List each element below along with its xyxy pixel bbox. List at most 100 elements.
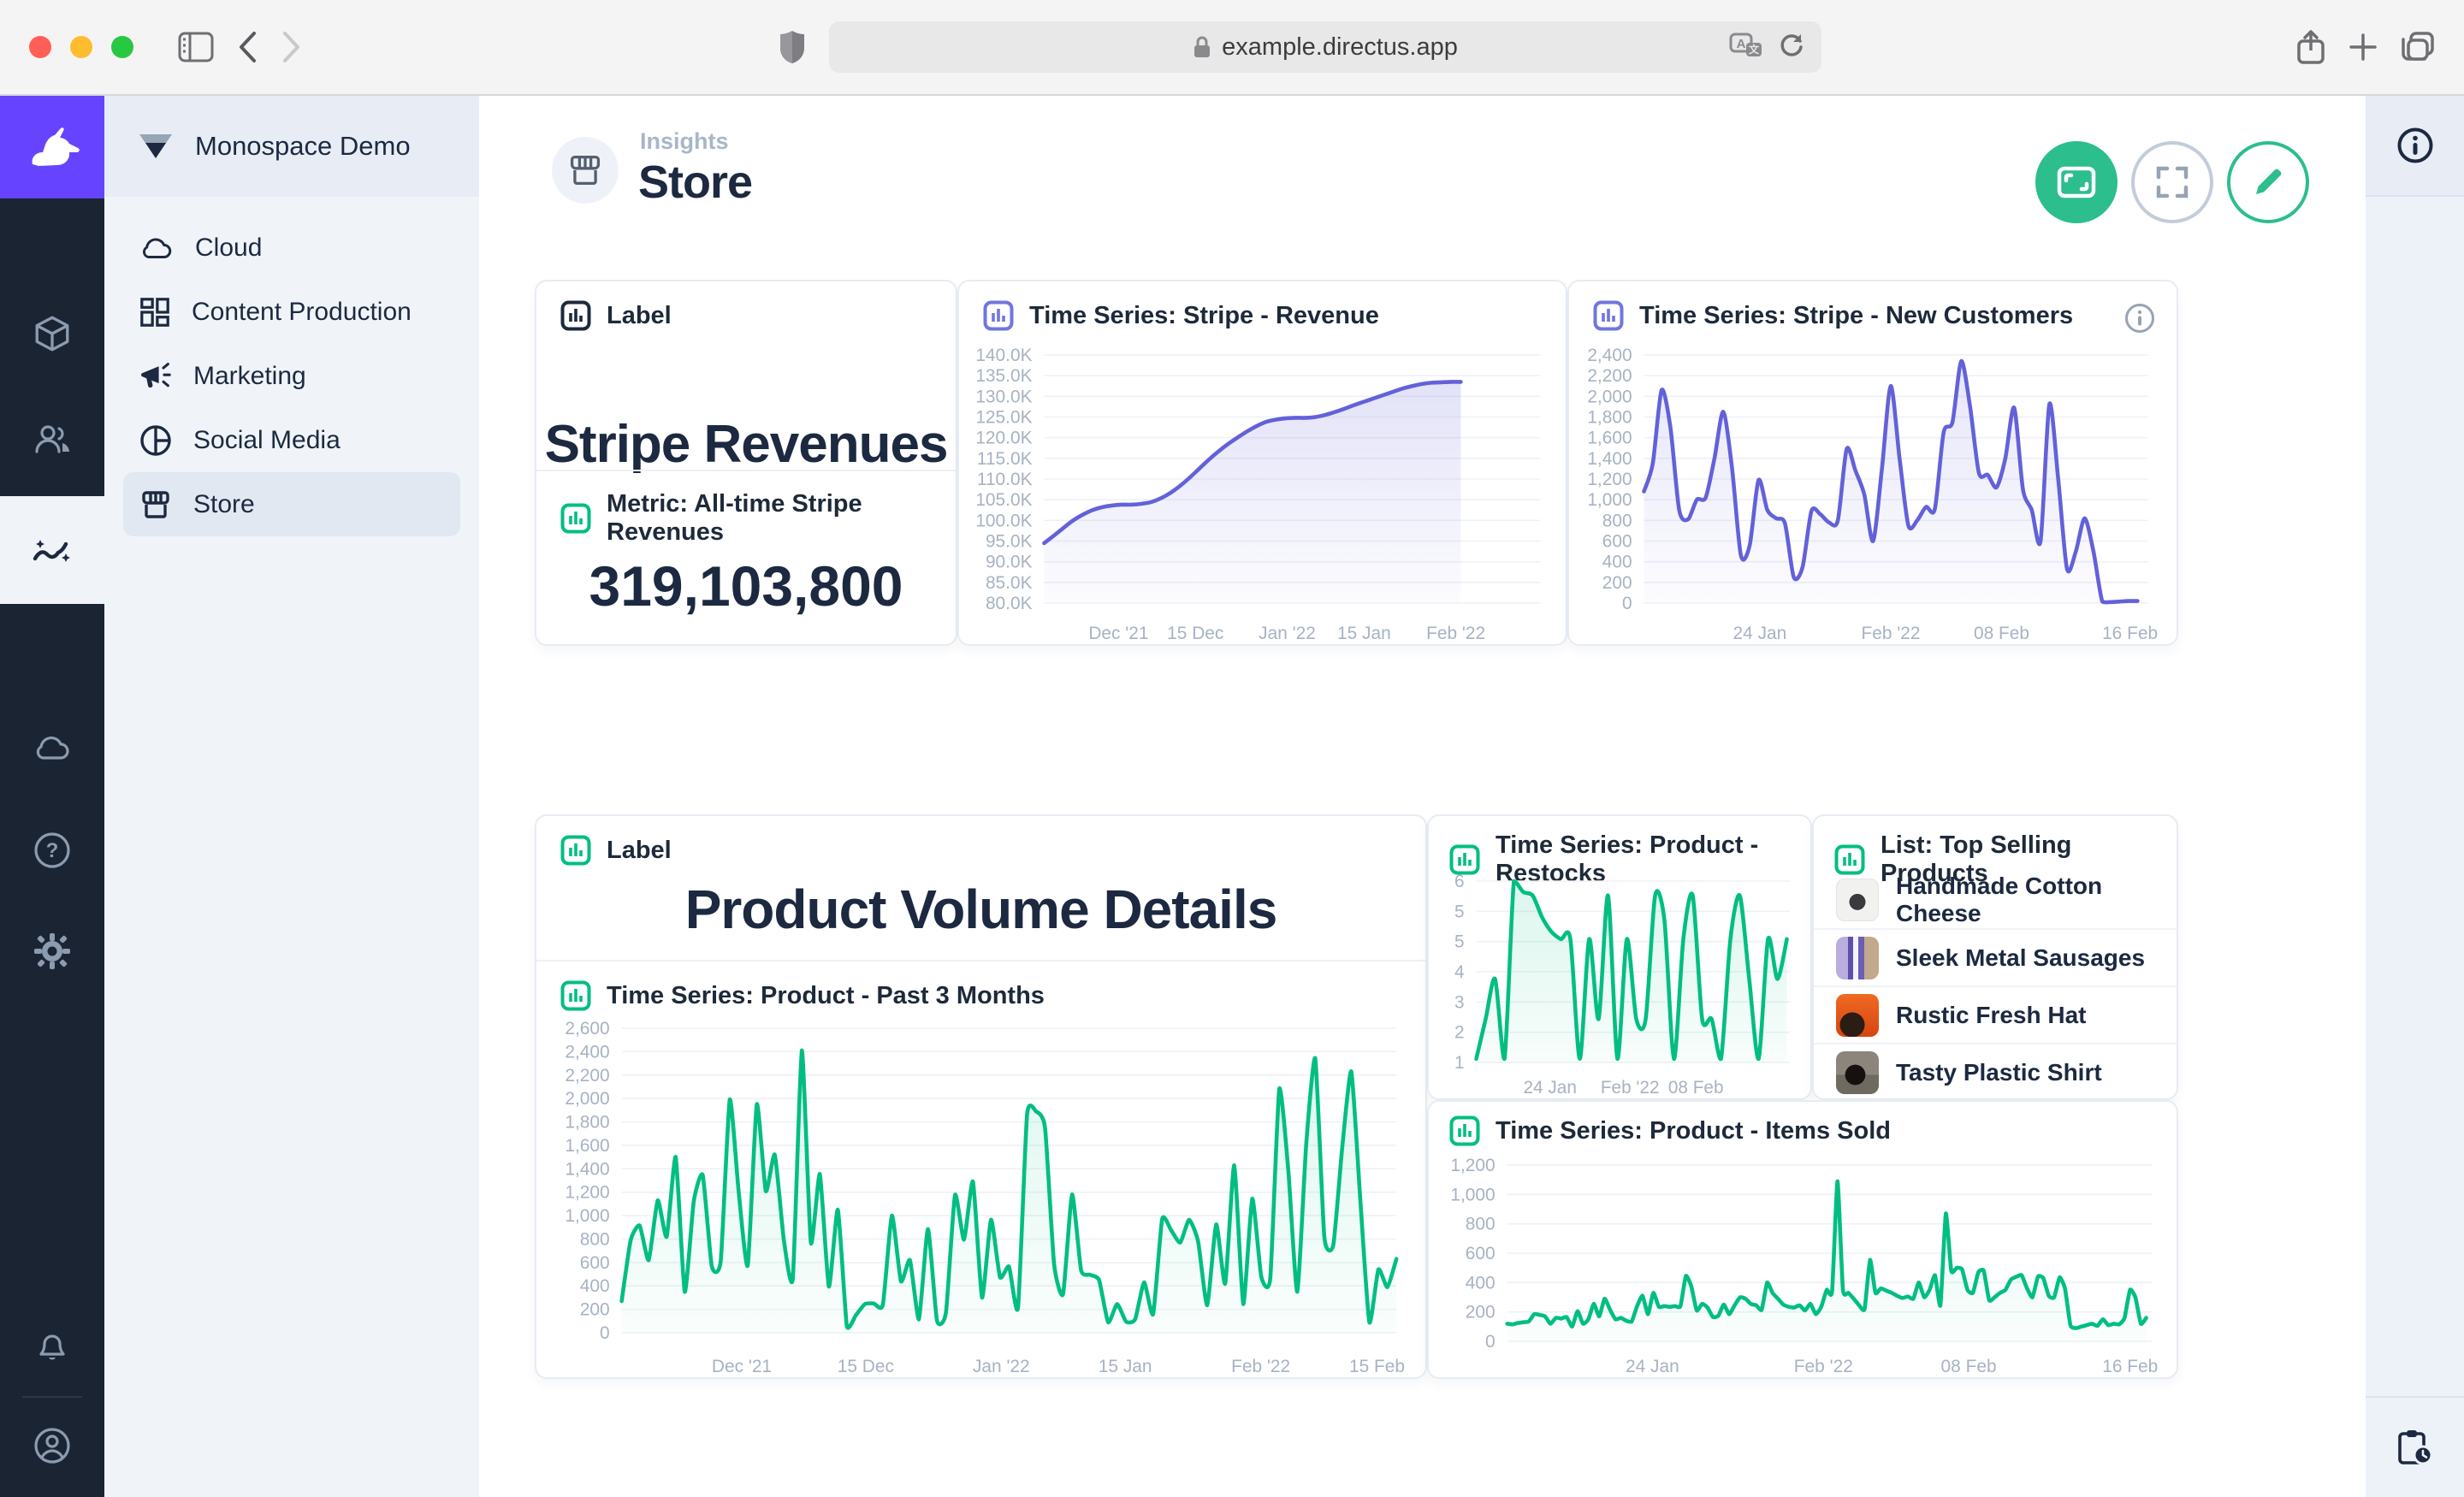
panel-title: Label bbox=[607, 302, 672, 330]
svg-text:2,400: 2,400 bbox=[1587, 346, 1632, 365]
user-avatar[interactable] bbox=[0, 1394, 104, 1497]
main-content: Insights Store Label bbox=[479, 96, 2366, 1497]
close-window-button[interactable] bbox=[29, 36, 51, 58]
svg-text:1,200: 1,200 bbox=[1450, 1156, 1495, 1175]
module-insights-icon[interactable] bbox=[0, 496, 104, 604]
nav-item-label: Marketing bbox=[193, 362, 306, 391]
url-text: example.directus.app bbox=[1222, 33, 1458, 62]
svg-text:800: 800 bbox=[1602, 511, 1632, 530]
svg-text:24 Jan: 24 Jan bbox=[1523, 1078, 1576, 1098]
svg-text:5: 5 bbox=[1454, 902, 1465, 921]
list-item[interactable]: Sleek Metal Sausages bbox=[1814, 928, 2177, 985]
forward-button[interactable] bbox=[281, 30, 303, 64]
activity-log-button[interactable] bbox=[2366, 1396, 2464, 1497]
lock-icon bbox=[1193, 35, 1211, 59]
svg-text:?: ? bbox=[46, 839, 59, 862]
nav-item-content-production[interactable]: Content Production bbox=[123, 280, 460, 344]
svg-text:15 Dec: 15 Dec bbox=[1167, 624, 1223, 643]
module-help-icon[interactable]: ? bbox=[0, 799, 104, 902]
label-text: Product Volume Details bbox=[536, 878, 1425, 941]
panel-new-customers: Time Series: Stripe - New Customers 2,40… bbox=[1567, 280, 2178, 646]
panel-type-icon bbox=[1593, 300, 1624, 331]
panel-label-stripe: Label Stripe Revenues Metric: All-time S… bbox=[535, 280, 957, 646]
module-settings-icon[interactable] bbox=[0, 900, 104, 1003]
module-cloud-icon[interactable] bbox=[0, 696, 104, 799]
panel-title: Time Series: Stripe - Revenue bbox=[1029, 302, 1379, 330]
auto-refresh-button[interactable] bbox=[2035, 141, 2118, 223]
svg-text:Jan '22: Jan '22 bbox=[973, 1357, 1030, 1376]
edit-dashboard-button[interactable] bbox=[2227, 141, 2309, 223]
svg-text:文: 文 bbox=[1749, 43, 1760, 56]
zoom-window-button[interactable] bbox=[111, 36, 133, 58]
svg-text:15 Dec: 15 Dec bbox=[838, 1357, 894, 1376]
browser-chrome: example.directus.app A文 bbox=[0, 0, 2464, 96]
label-text: Stripe Revenues bbox=[536, 414, 956, 475]
reload-icon[interactable] bbox=[1777, 33, 1806, 62]
header-actions bbox=[2035, 141, 2309, 223]
storefront-icon bbox=[566, 151, 604, 189]
nav-item-cloud[interactable]: Cloud bbox=[123, 216, 460, 280]
module-users-icon[interactable] bbox=[0, 388, 104, 491]
svg-text:100.0K: 100.0K bbox=[975, 511, 1032, 530]
product-thumbnail bbox=[1836, 994, 1879, 1037]
directus-logo[interactable] bbox=[0, 96, 104, 198]
right-sidebar bbox=[2366, 96, 2464, 1497]
translate-icon[interactable]: A文 bbox=[1729, 33, 1763, 62]
svg-text:1,200: 1,200 bbox=[565, 1183, 609, 1203]
breadcrumb[interactable]: Insights bbox=[640, 128, 729, 155]
panel-title: Time Series: Product - Items Sold bbox=[1496, 1117, 1891, 1145]
project-name: Monospace Demo bbox=[195, 131, 411, 162]
svg-text:0: 0 bbox=[600, 1323, 610, 1343]
nav-item-social-media[interactable]: Social Media bbox=[123, 408, 460, 472]
svg-text:2: 2 bbox=[1454, 1023, 1465, 1043]
product-name: Sleek Metal Sausages bbox=[1896, 944, 2145, 972]
project-signal-icon bbox=[137, 131, 175, 162]
svg-text:1,800: 1,800 bbox=[1587, 407, 1632, 427]
svg-text:1,600: 1,600 bbox=[1587, 429, 1632, 448]
fullscreen-button[interactable] bbox=[2131, 141, 2213, 223]
svg-text:Feb '22: Feb '22 bbox=[1231, 1357, 1290, 1376]
list-item[interactable]: Rustic Fresh Hat bbox=[1814, 985, 2177, 1043]
page-title: Store bbox=[638, 156, 752, 209]
share-icon[interactable] bbox=[2296, 29, 2325, 65]
frame-icon bbox=[2054, 163, 2099, 201]
dashboard-icon-circle[interactable] bbox=[552, 137, 619, 204]
svg-text:15 Jan: 15 Jan bbox=[1337, 624, 1391, 643]
tab-overview-icon[interactable] bbox=[2401, 31, 2435, 63]
svg-text:5: 5 bbox=[1454, 932, 1465, 952]
svg-text:0: 0 bbox=[1485, 1332, 1496, 1352]
minimize-window-button[interactable] bbox=[70, 36, 92, 58]
past-3-months-chart: 2,6002,4002,2002,0001,8001,6001,4001,200… bbox=[536, 1018, 1425, 1379]
svg-text:600: 600 bbox=[1466, 1244, 1496, 1263]
back-button[interactable] bbox=[236, 30, 258, 64]
sidebar-toggle-icon[interactable] bbox=[178, 32, 214, 62]
collection-nav: Cloud Content Production Marketing Socia… bbox=[104, 197, 479, 536]
list-item[interactable]: Handmade Cotton Cheese bbox=[1814, 871, 2177, 928]
svg-text:115.0K: 115.0K bbox=[977, 449, 1033, 469]
megaphone-icon bbox=[139, 361, 173, 392]
svg-text:08 Feb: 08 Feb bbox=[1974, 624, 2029, 643]
nav-item-marketing[interactable]: Marketing bbox=[123, 344, 460, 408]
privacy-shield-icon[interactable] bbox=[778, 29, 807, 65]
nav-item-store[interactable]: Store bbox=[123, 472, 460, 536]
module-content-icon[interactable] bbox=[0, 282, 104, 385]
sidebar-info-button[interactable] bbox=[2366, 96, 2464, 197]
svg-text:Feb '22: Feb '22 bbox=[1861, 624, 1920, 643]
new-tab-icon[interactable] bbox=[2348, 32, 2378, 62]
panel-title: Label bbox=[607, 837, 672, 865]
svg-text:90.0K: 90.0K bbox=[986, 553, 1033, 572]
project-switcher[interactable]: Monospace Demo bbox=[104, 96, 479, 197]
svg-text:16 Feb: 16 Feb bbox=[2102, 1357, 2158, 1376]
svg-text:140.0K: 140.0K bbox=[975, 346, 1032, 365]
dashboard-workspace: Label Stripe Revenues Metric: All-time S… bbox=[479, 258, 2366, 1497]
svg-text:16 Feb: 16 Feb bbox=[2102, 624, 2158, 643]
panel-title: Time Series: Stripe - New Customers bbox=[1639, 302, 2073, 330]
svg-text:24 Jan: 24 Jan bbox=[1626, 1357, 1679, 1376]
url-bar[interactable]: example.directus.app A文 bbox=[829, 21, 1821, 73]
storefront-icon bbox=[139, 488, 173, 522]
list-item[interactable]: Tasty Plastic Shirt bbox=[1814, 1043, 2177, 1100]
notifications-bell-icon[interactable] bbox=[0, 1296, 104, 1399]
svg-text:200: 200 bbox=[1466, 1303, 1496, 1322]
info-icon[interactable] bbox=[2123, 302, 2156, 334]
svg-text:800: 800 bbox=[1466, 1215, 1496, 1234]
